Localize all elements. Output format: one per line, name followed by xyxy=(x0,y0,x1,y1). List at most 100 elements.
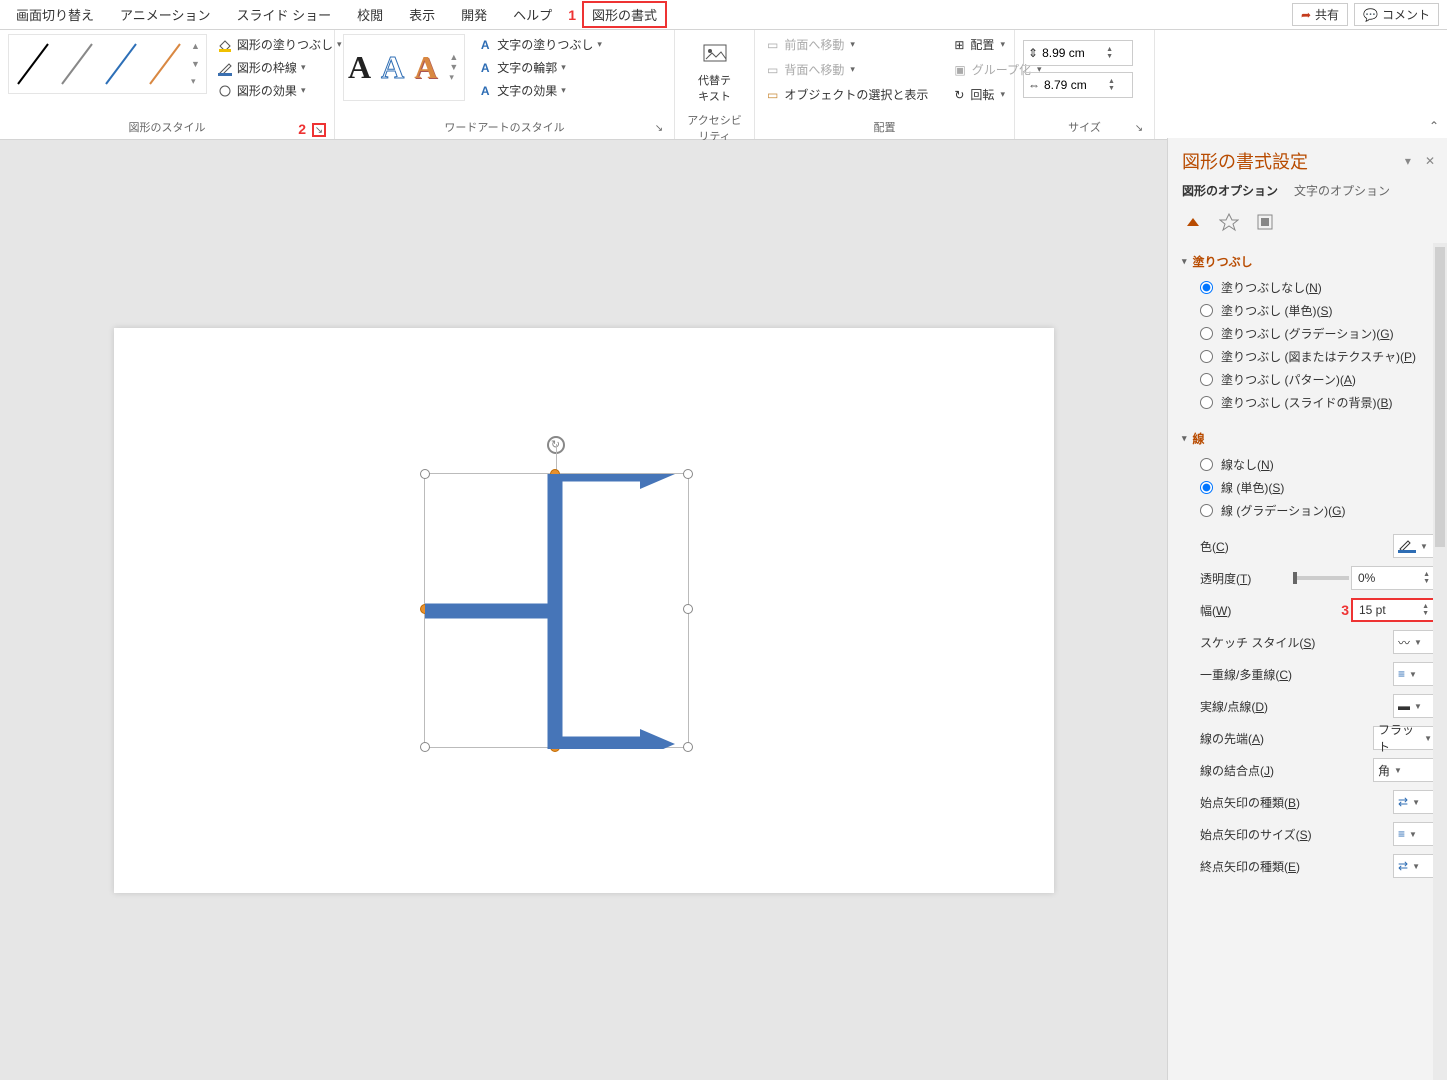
pane-scrollbar[interactable] xyxy=(1433,243,1447,1080)
shape-styles-launcher[interactable]: ↘ xyxy=(312,123,326,137)
line-style-black[interactable] xyxy=(13,39,53,89)
wordart-gallery[interactable]: A A A ▲ ▼ ▾ xyxy=(343,34,465,101)
wordart-style-2[interactable]: A xyxy=(381,49,404,86)
wa-down-icon[interactable]: ▼ xyxy=(449,62,458,72)
begin-arrow-type-picker[interactable]: ⇄▼ xyxy=(1393,790,1437,814)
line-solid-radio[interactable]: 線 (単色)(S) xyxy=(1182,476,1437,499)
wordart-style-1[interactable]: A xyxy=(348,49,371,86)
fill-line-tab-icon[interactable] xyxy=(1182,211,1204,233)
begin-arrow-size-picker[interactable]: ≡▼ xyxy=(1393,822,1437,846)
gallery-down-icon[interactable]: ▼ xyxy=(191,59,200,69)
group-size: ⇕ ▲▼ ⇔ ▲▼ サイズ ↘ xyxy=(1015,30,1155,139)
sketch-style-picker[interactable]: 〰▼ xyxy=(1393,630,1437,654)
slide-area[interactable]: ↻ xyxy=(0,140,1167,1080)
line-color-picker[interactable]: ▼ xyxy=(1393,534,1437,558)
pen-icon xyxy=(217,60,233,76)
comment-button[interactable]: 💬 コメント xyxy=(1354,3,1439,26)
spin-down-icon[interactable]: ▼ xyxy=(1106,53,1113,60)
line-width-row: 幅(W) 3 15 pt ▲▼ xyxy=(1182,594,1437,626)
compound-line-picker[interactable]: ≡▼ xyxy=(1393,662,1437,686)
pane-menu-icon[interactable]: ▾ xyxy=(1405,154,1411,168)
bring-forward-button[interactable]: ▭ 前面へ移動 xyxy=(763,34,932,55)
top-right-buttons: ➦ 共有 💬 コメント xyxy=(1292,3,1439,26)
size-launcher[interactable]: ↘ xyxy=(1132,123,1146,137)
tab-shape-format[interactable]: 図形の書式 xyxy=(582,1,667,28)
begin-arrow-type-row: 始点矢印の種類(B) ⇄▼ xyxy=(1182,786,1437,818)
pane-scrollbar-thumb[interactable] xyxy=(1435,247,1445,547)
size-tab-icon[interactable] xyxy=(1254,211,1276,233)
fill-solid-radio[interactable]: 塗りつぶし (単色)(S) xyxy=(1182,299,1437,322)
pane-title: 図形の書式設定 xyxy=(1182,148,1308,174)
transparency-input[interactable]: 0% ▲▼ xyxy=(1351,566,1437,590)
width-field[interactable] xyxy=(1044,78,1104,92)
text-fill-button[interactable]: A 文字の塗りつぶし xyxy=(473,34,606,55)
pane-close-icon[interactable]: ✕ xyxy=(1425,154,1435,168)
gallery-more-icon[interactable]: ▾ xyxy=(191,76,200,87)
pane-tab-shape-options[interactable]: 図形のオプション xyxy=(1182,182,1278,199)
wa-up-icon[interactable]: ▲ xyxy=(449,52,458,62)
arrow-type-icon: ⇄ xyxy=(1398,795,1408,809)
slide-canvas[interactable]: ↻ xyxy=(114,328,1054,893)
alt-text-button[interactable]: 代替テキスト xyxy=(683,34,746,110)
width-input[interactable]: ⇔ ▲▼ xyxy=(1023,72,1133,98)
wa-more-icon[interactable]: ▾ xyxy=(449,72,458,83)
selection-box[interactable]: ↻ xyxy=(424,473,689,748)
shape-effects-button[interactable]: 図形の効果 xyxy=(213,80,346,101)
height-input[interactable]: ⇕ ▲▼ xyxy=(1023,40,1133,66)
section-line[interactable]: ▾線 xyxy=(1182,424,1437,453)
text-outline-button[interactable]: A 文字の輪郭 xyxy=(473,57,606,78)
fill-gradient-radio[interactable]: 塗りつぶし (グラデーション)(G) xyxy=(1182,322,1437,345)
tab-view[interactable]: 表示 xyxy=(399,1,445,28)
group-label-wordart: ワードアートのスタイル ↘ xyxy=(343,117,666,139)
text-fill-label: 文字の塗りつぶし xyxy=(497,36,593,53)
cap-value: フラット xyxy=(1378,721,1420,755)
line-color-row: 色(C) ▼ xyxy=(1182,530,1437,562)
selection-pane-button[interactable]: ▭ オブジェクトの選択と表示 xyxy=(763,84,932,105)
fill-slidebg-radio[interactable]: 塗りつぶし (スライドの背景)(B) xyxy=(1182,391,1437,414)
spin-up-icon[interactable]: ▲ xyxy=(1106,46,1113,53)
line-width-input[interactable]: 15 pt ▲▼ xyxy=(1351,598,1437,622)
spin-up-icon[interactable]: ▲ xyxy=(1108,78,1115,85)
wordart-style-3[interactable]: A xyxy=(414,49,437,86)
share-button[interactable]: ➦ 共有 xyxy=(1292,3,1348,26)
end-arrow-type-picker[interactable]: ⇄▼ xyxy=(1393,854,1437,878)
join-type-picker[interactable]: 角▼ xyxy=(1373,758,1437,782)
line-transparency-row: 透明度(T) 0% ▲▼ xyxy=(1182,562,1437,594)
section-fill[interactable]: ▾塗りつぶし xyxy=(1182,247,1437,276)
begin-arrow-size-row: 始点矢印のサイズ(S) ≡▼ xyxy=(1182,818,1437,850)
tab-transition[interactable]: 画面切り替え xyxy=(6,1,104,28)
effects-icon xyxy=(217,83,233,99)
height-field[interactable] xyxy=(1042,46,1102,60)
fill-picture-radio[interactable]: 塗りつぶし (図またはテクスチャ)(P) xyxy=(1182,345,1437,368)
fill-none-radio[interactable]: 塗りつぶしなし(N) xyxy=(1182,276,1437,299)
shape-fill-button[interactable]: 図形の塗りつぶし xyxy=(213,34,346,55)
text-effects-button[interactable]: A 文字の効果 xyxy=(473,80,606,101)
line-style-gray[interactable] xyxy=(57,39,97,89)
line-style-blue[interactable] xyxy=(101,39,141,89)
transparency-slider[interactable] xyxy=(1293,576,1349,580)
tab-animation[interactable]: アニメーション xyxy=(110,1,220,28)
join-value: 角 xyxy=(1378,762,1390,779)
line-gradient-radio[interactable]: 線 (グラデーション)(G) xyxy=(1182,499,1437,522)
spin-down-icon[interactable]: ▼ xyxy=(1108,85,1115,92)
callout-3: 3 xyxy=(1341,602,1349,618)
tab-slideshow[interactable]: スライド ショー xyxy=(227,1,342,28)
tab-help[interactable]: ヘルプ xyxy=(503,1,562,28)
collapse-ribbon-icon[interactable]: ⌃ xyxy=(1429,119,1439,133)
fill-pattern-radio[interactable]: 塗りつぶし (パターン)(A) xyxy=(1182,368,1437,391)
line-style-orange[interactable] xyxy=(145,39,185,89)
shape-style-gallery[interactable]: ▲ ▼ ▾ xyxy=(8,34,207,94)
wordart-launcher[interactable]: ↘ xyxy=(652,123,666,137)
pane-tab-text-options[interactable]: 文字のオプション xyxy=(1294,182,1390,199)
dash-type-picker[interactable]: ▬▼ xyxy=(1393,694,1437,718)
group-wordart: A A A ▲ ▼ ▾ A 文字の塗りつぶし A 文字の輪郭 xyxy=(335,30,675,139)
effects-tab-icon[interactable] xyxy=(1218,211,1240,233)
cap-type-picker[interactable]: フラット▼ xyxy=(1373,726,1437,750)
shape-outline-button[interactable]: 図形の枠線 xyxy=(213,57,346,78)
send-backward-button[interactable]: ▭ 背面へ移動 xyxy=(763,59,932,80)
connector-arrow-shape[interactable] xyxy=(425,474,690,749)
tab-review[interactable]: 校閲 xyxy=(347,1,393,28)
line-none-radio[interactable]: 線なし(N) xyxy=(1182,453,1437,476)
gallery-up-icon[interactable]: ▲ xyxy=(191,41,200,51)
tab-developer[interactable]: 開発 xyxy=(451,1,497,28)
